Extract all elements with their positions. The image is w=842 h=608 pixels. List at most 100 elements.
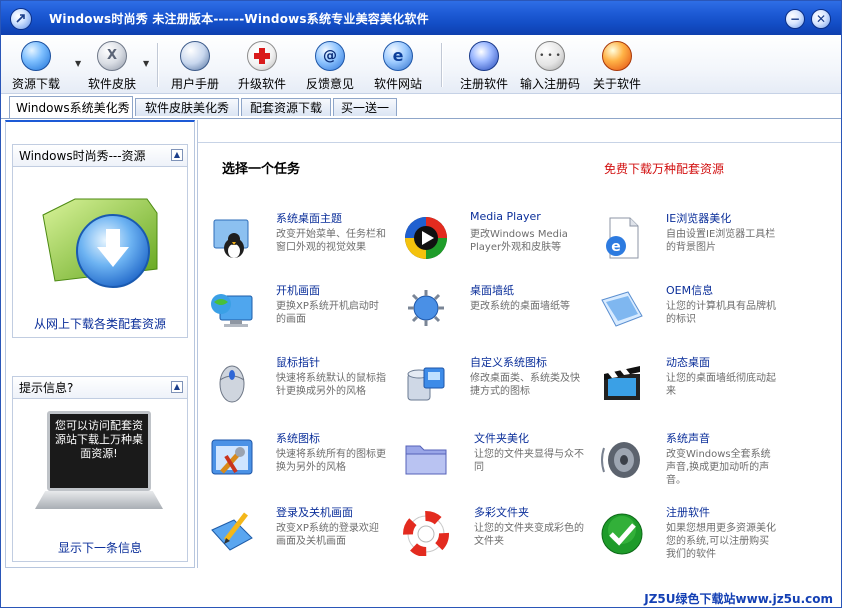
task-name: 系统图标 xyxy=(276,432,320,445)
register-swirl-icon xyxy=(469,41,499,71)
task-name: 动态桌面 xyxy=(666,356,710,369)
toolbar-label: 资源下载 xyxy=(11,77,60,91)
task-desc: 让您的桌面墙纸彻底动起来 xyxy=(666,373,776,397)
task-heading: 选择一个任务 xyxy=(222,162,301,177)
globe-download-icon xyxy=(21,41,51,71)
boot-screen-icon xyxy=(208,286,256,334)
download-resources-link[interactable]: 从网上下载各类配套资源 xyxy=(13,315,187,332)
tab-buy-one-get-one[interactable]: 买一送一 xyxy=(333,98,397,116)
task-name: 开机画面 xyxy=(276,284,320,297)
toolbar-label: 注册软件 xyxy=(459,77,508,91)
about-button[interactable]: 关于软件 xyxy=(587,39,647,91)
tab-skin-beautify[interactable]: 软件皮肤美化秀 xyxy=(135,98,239,116)
task-system-icons[interactable]: 系统图标 快速将系统所有的图标更换为另外的风格 xyxy=(208,430,398,500)
toolbar-label: 关于软件 xyxy=(592,77,641,91)
task-name: 文件夹美化 xyxy=(474,432,529,445)
task-name: 登录及关机画面 xyxy=(276,506,353,519)
task-wallpaper[interactable]: 桌面墙纸 更改系统的桌面墙纸等 xyxy=(402,282,592,352)
toolbar-label: 反馈意见 xyxy=(305,77,354,91)
enter-code-button[interactable]: • • • 输入注册码 xyxy=(517,39,583,91)
task-mouse-pointer[interactable]: 鼠标指针 快速将系统默认的鼠标指针更换成另外的风格 xyxy=(208,354,398,424)
svg-text:e: e xyxy=(611,239,621,255)
app-window: Windows时尚秀 未注册版本------Windows系统专业美容美化软件 … xyxy=(0,0,842,608)
tab-resource-download[interactable]: 配套资源下载 xyxy=(241,98,331,116)
main-header-strip xyxy=(198,120,841,143)
dropdown-arrow-icon[interactable]: ▼ xyxy=(143,59,149,68)
task-desc: 更改系统的桌面墙纸等 xyxy=(470,301,570,312)
resource-panel-title: Windows时尚秀---资源 xyxy=(19,149,146,163)
register-button[interactable]: 注册软件 xyxy=(453,39,515,91)
task-login-shutdown[interactable]: 登录及关机画面 改变XP系统的登录欢迎画面及关机画面 xyxy=(208,504,398,574)
watermark-brand: JZ5U绿色下载站www.jz5u.com xyxy=(644,592,833,606)
green-check-icon xyxy=(598,508,646,556)
task-folder-beautify[interactable]: 文件夹美化 让您的文件夹显得与众不同 xyxy=(402,430,592,500)
close-button[interactable]: ✕ xyxy=(811,9,831,29)
mouse-icon xyxy=(208,358,256,406)
minimize-button[interactable]: − xyxy=(785,9,805,29)
task-desc: 改变开始菜单、任务栏和窗口外观的视觉效果 xyxy=(276,229,386,253)
promo-link[interactable]: 免费下载万种配套资源 xyxy=(604,160,724,177)
film-clapper-icon xyxy=(598,358,646,406)
task-desc: 更换XP系统开机启动时的画面 xyxy=(276,301,379,325)
toolbar-label: 输入注册码 xyxy=(519,77,580,91)
laptop-image: 您可以访问配套资源站下载上万种桌面资源! xyxy=(35,411,163,521)
task-system-sound[interactable]: 系统声音 改变Windows全套系统声音,换成更加动听的声音。 xyxy=(598,430,788,500)
task-animated-desktop[interactable]: 动态桌面 让您的桌面墙纸彻底动起来 xyxy=(598,354,788,424)
website-button[interactable]: e 软件网站 xyxy=(367,39,429,91)
upgrade-button[interactable]: 升级软件 xyxy=(231,39,293,91)
at-sign-icon: @ xyxy=(315,41,345,71)
toolbar-separator xyxy=(157,43,159,87)
tips-panel: 提示信息? ▲ 您可以访问配套资源站下载上万种桌面资源! 显示下一条信息 xyxy=(12,376,188,562)
task-name: 系统桌面主题 xyxy=(276,212,342,225)
task-boot-screen[interactable]: 开机画面 更换XP系统开机启动时的画面 xyxy=(208,282,398,352)
main-panel: 选择一个任务 免费下载万种配套资源 系统桌面主题 改变开始菜单、任务栏和窗口外观… xyxy=(197,120,841,568)
ie-icon: e xyxy=(383,41,413,71)
software-skin-button[interactable]: X 软件皮肤 ▼ xyxy=(81,39,149,91)
task-desc: 更改Windows Media Player外观和皮肤等 xyxy=(470,229,568,253)
title-bar[interactable]: Windows时尚秀 未注册版本------Windows系统专业美容美化软件 … xyxy=(1,1,841,35)
tab-bar: Windows系统美化秀 软件皮肤美化秀 配套资源下载 买一送一 xyxy=(1,94,841,119)
task-desc: 改变XP系统的登录欢迎画面及关机画面 xyxy=(276,523,379,547)
task-desc: 让您的文件夹显得与众不同 xyxy=(474,449,584,473)
upgrade-cross-icon xyxy=(247,41,277,71)
about-orb-icon xyxy=(602,41,632,71)
system-icons-icon xyxy=(402,358,450,406)
task-oem-info[interactable]: OEM信息 让您的计算机具有品牌机的标识 xyxy=(598,282,788,352)
folder-download-icon xyxy=(35,177,165,297)
task-name: 鼠标指针 xyxy=(276,356,320,369)
task-custom-system-icons[interactable]: 自定义系统图标 修改桌面类、系统类及快捷方式的图标 xyxy=(402,354,592,424)
media-player-icon xyxy=(402,214,450,262)
login-pen-icon xyxy=(208,508,256,556)
user-manual-button[interactable]: 用户手册 xyxy=(165,39,225,91)
resource-download-button[interactable]: 资源下载 ▼ xyxy=(5,39,81,91)
task-register-software[interactable]: 注册软件 如果您想用更多资源美化您的系统,可以注册购买我们的软件 xyxy=(598,504,788,574)
task-name: Media Player xyxy=(470,210,541,223)
resource-panel: Windows时尚秀---资源 ▲ 从网上下载各类配套资源 xyxy=(12,144,188,338)
sidebar: Windows时尚秀---资源 ▲ 从网上下载各类配套资源 提示信息? ▲ 您可… xyxy=(5,120,195,568)
close-icon: ✕ xyxy=(815,12,827,26)
task-desc: 让您的文件夹变成彩色的文件夹 xyxy=(474,523,584,547)
task-desktop-theme[interactable]: 系统桌面主题 改变开始菜单、任务栏和窗口外观的视觉效果 xyxy=(208,210,398,280)
task-desc: 修改桌面类、系统类及快捷方式的图标 xyxy=(470,373,580,397)
task-desc: 如果您想用更多资源美化您的系统,可以注册购买我们的软件 xyxy=(666,523,776,560)
manual-icon xyxy=(180,41,210,71)
wallpaper-icon xyxy=(402,286,450,334)
toolbar-label: 升级软件 xyxy=(237,77,286,91)
window-title: Windows时尚秀 未注册版本------Windows系统专业美容美化软件 xyxy=(49,12,429,26)
task-desc: 改变Windows全套系统声音,换成更加动听的声音。 xyxy=(666,449,771,486)
task-desc: 让您的计算机具有品牌机的标识 xyxy=(666,301,776,325)
folder-icon xyxy=(402,434,450,482)
task-colorful-folder[interactable]: 多彩文件夹 让您的文件夹变成彩色的文件夹 xyxy=(402,504,592,574)
task-name: IE浏览器美化 xyxy=(666,212,732,225)
feedback-button[interactable]: @ 反馈意见 xyxy=(299,39,361,91)
next-tip-link[interactable]: 显示下一条信息 xyxy=(13,539,187,556)
resource-panel-header: Windows时尚秀---资源 ▲ xyxy=(13,145,187,167)
task-ie-beautify[interactable]: e IE浏览器美化 自由设置IE浏览器工具栏的背景图片 xyxy=(598,210,788,280)
tab-windows-beautify[interactable]: Windows系统美化秀 xyxy=(9,96,133,118)
task-name: 系统声音 xyxy=(666,432,710,445)
task-media-player[interactable]: Media Player 更改Windows Media Player外观和皮肤… xyxy=(402,210,592,280)
collapse-up-icon[interactable]: ▲ xyxy=(171,149,183,161)
collapse-up-icon[interactable]: ▲ xyxy=(171,381,183,393)
skin-x-icon: X xyxy=(97,41,127,71)
task-name: 桌面墙纸 xyxy=(470,284,514,297)
